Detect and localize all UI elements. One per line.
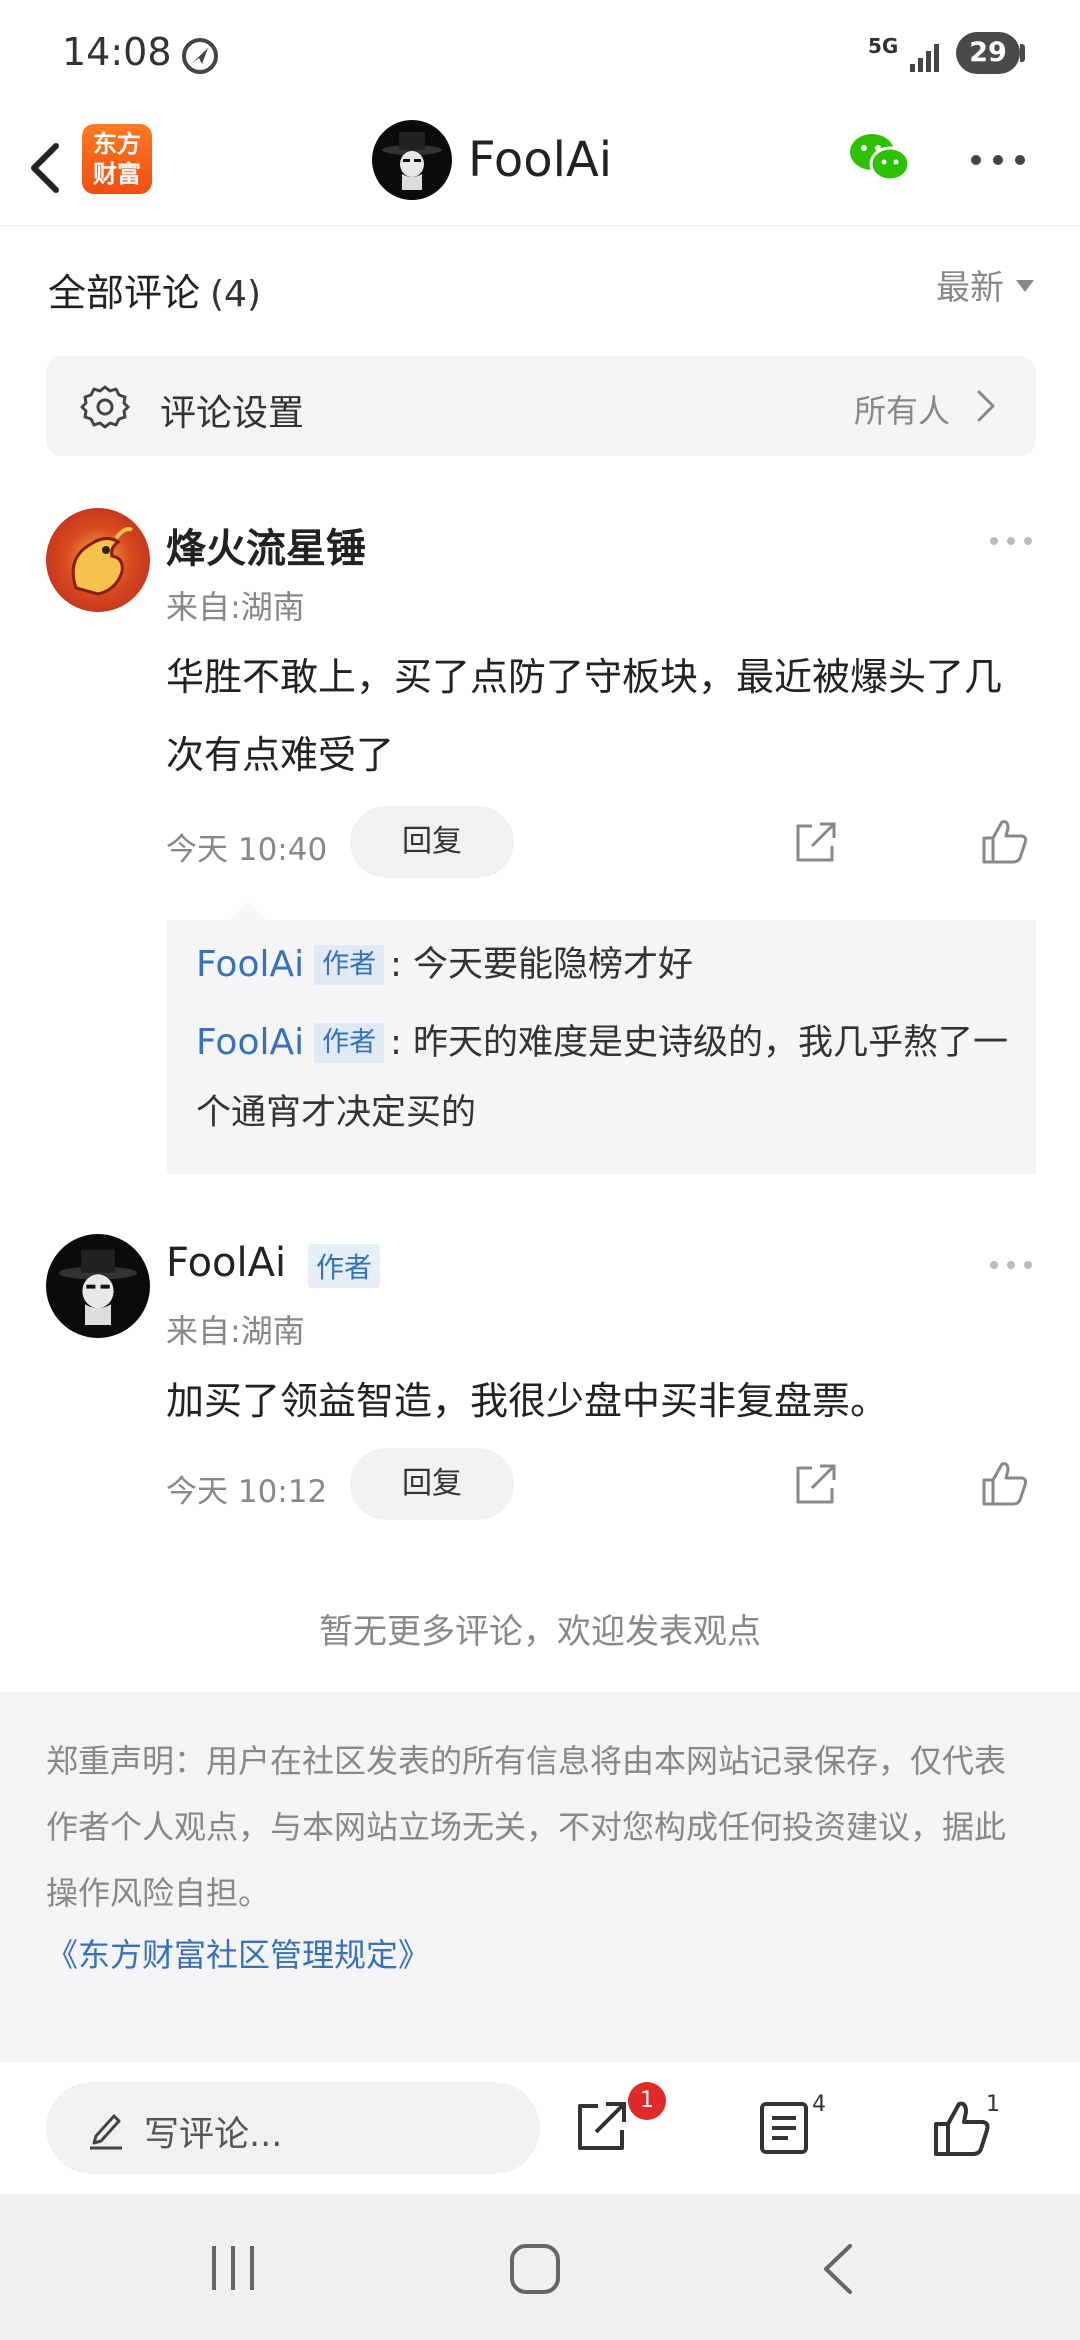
comment-time: 今天 10:12 [166, 1474, 328, 1510]
hat-figure-icon [382, 132, 442, 190]
page-title: FoolAi [468, 132, 613, 188]
pen-icon [90, 2114, 122, 2150]
like-icon[interactable] [980, 1458, 1030, 1508]
disclaimer-section: 郑重声明：用户在社区发表的所有信息将由本网站记录保存，仅代表作者个人观点，与本网… [0, 1692, 1080, 2062]
comments-title: 全部评论 [48, 271, 201, 315]
more-icon[interactable] [988, 1258, 1034, 1272]
sort-label: 最新 [936, 268, 1004, 308]
status-time: 14:08 [62, 30, 172, 74]
app-logo-line2: 财富 [93, 160, 141, 188]
navigation-icon [182, 38, 218, 74]
share-icon[interactable] [574, 2098, 630, 2154]
like-count: 1 [986, 2092, 1000, 2117]
network-type: 5G [868, 34, 899, 58]
app-logo-line1: 东方 [93, 130, 141, 158]
wechat-icon[interactable] [846, 128, 912, 188]
reply-author[interactable]: FoolAi [196, 944, 304, 985]
share-badge: 1 [628, 2082, 666, 2120]
comment-time: 今天 10:40 [166, 832, 328, 868]
back-icon[interactable] [20, 128, 70, 208]
back-icon[interactable] [820, 2242, 854, 2296]
avatar[interactable] [46, 1234, 150, 1338]
reply-text: : 今天要能隐榜才好 [390, 945, 694, 985]
avatar[interactable] [46, 508, 150, 612]
reply-box-pointer [230, 902, 266, 920]
like-icon[interactable] [932, 2098, 992, 2158]
battery-icon: 29 [956, 32, 1020, 74]
more-icon[interactable] [968, 150, 1028, 170]
reply-author[interactable]: FoolAi [196, 1022, 304, 1063]
author-badge: 作者 [308, 1244, 381, 1288]
system-navbar [0, 2194, 1080, 2340]
comment-author[interactable]: 烽火流星锤 [166, 516, 366, 574]
comment-settings-row[interactable]: 评论设置 所有人 [46, 356, 1036, 456]
community-rules-link[interactable]: 《东方财富社区管理规定》 [46, 1930, 430, 1976]
comment-input[interactable]: 写评论... [46, 2082, 540, 2174]
disclaimer-text: 郑重声明：用户在社区发表的所有信息将由本网站记录保存，仅代表作者个人观点，与本网… [46, 1742, 1007, 1912]
avatar[interactable] [372, 120, 452, 200]
comment-author[interactable]: FoolAi [166, 1240, 286, 1286]
status-bar: 14:08 5G 29 [0, 0, 1080, 110]
home-icon[interactable] [510, 2244, 560, 2294]
chevron-right-icon [977, 390, 995, 422]
comment-location: 来自:湖南 [166, 588, 305, 626]
signal-icon [910, 44, 939, 72]
comment-text: 华胜不敢上，买了点防了守板块，最近被爆头了几次有点难受了 [166, 655, 1003, 777]
app-header: 东方 财富 FoolAi [0, 110, 1080, 226]
reply-item[interactable]: FoolAi 作者: 今天要能隐榜才好 [196, 930, 1016, 1000]
bottom-toolbar: 写评论... 1 4 1 [0, 2062, 1080, 2194]
reply-button[interactable]: 回复 [350, 1448, 514, 1520]
chevron-down-icon [1016, 279, 1034, 292]
comments-heading: 全部评论 (4) [48, 262, 261, 317]
comment-location: 来自:湖南 [166, 1312, 305, 1350]
app-logo[interactable]: 东方 财富 [82, 124, 152, 194]
reply-button[interactable]: 回复 [350, 806, 514, 878]
list-icon[interactable] [758, 2100, 810, 2156]
comments-count: (4) [210, 274, 262, 315]
comment-count: 4 [812, 2092, 826, 2117]
recent-apps-icon[interactable] [208, 2244, 258, 2292]
no-more-comments: 暂无更多评论，欢迎发表观点 [319, 1612, 761, 1652]
gear-icon [80, 385, 130, 429]
reply-thread: FoolAi 作者: 今天要能隐榜才好 FoolAi 作者: 昨天的难度是史诗级的，… [166, 920, 1036, 1174]
comment-text: 加买了领益智造，我很少盘中买非复盘票。 [166, 1379, 889, 1423]
share-icon[interactable] [792, 818, 840, 866]
dragon-icon [71, 527, 134, 596]
comment-placeholder: 写评论... [144, 2115, 283, 2155]
battery-cap [1020, 44, 1025, 62]
like-icon[interactable] [980, 816, 1030, 866]
reply-item[interactable]: FoolAi 作者: 昨天的难度是史诗级的，我几乎熬了一个通宵才决定买的 [196, 1008, 1016, 1148]
more-icon[interactable] [988, 534, 1034, 548]
author-badge: 作者 [314, 1023, 385, 1063]
share-icon[interactable] [792, 1460, 840, 1508]
author-badge: 作者 [314, 945, 385, 985]
settings-label: 评论设置 [160, 393, 305, 434]
hat-figure-icon [59, 1249, 137, 1325]
sort-dropdown[interactable]: 最新 [936, 260, 1034, 309]
settings-value: 所有人 [853, 392, 950, 430]
